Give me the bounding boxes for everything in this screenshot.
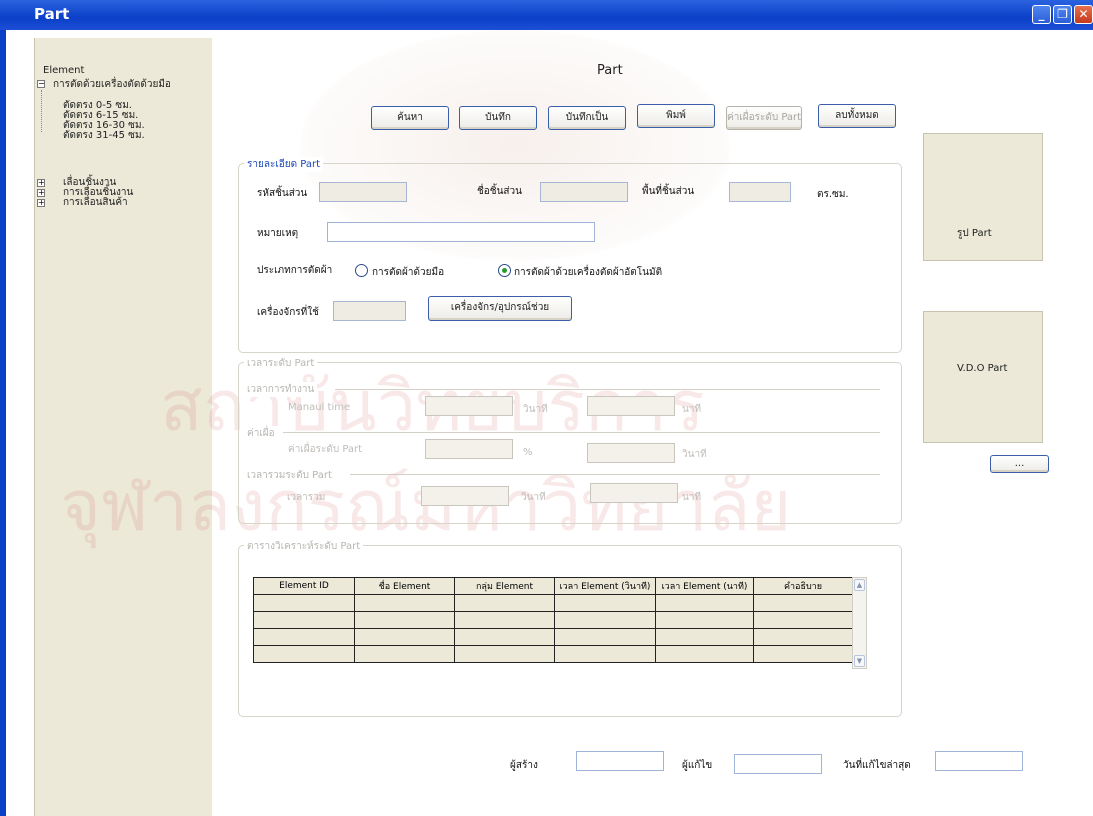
save-as-button[interactable]: บันทึกเป็น <box>548 106 626 130</box>
total-min-field[interactable] <box>590 483 678 503</box>
column-header[interactable]: คำอธิบาย <box>753 577 853 595</box>
part-window: Part _ ❐ ✕ Element − การตัดด้วยเครื่องตั… <box>0 0 1093 816</box>
column-header[interactable]: ชื่อ Element <box>354 577 455 595</box>
sec-unit: วินาที <box>682 449 707 460</box>
tree-line <box>41 90 42 132</box>
tree-root[interactable]: Element <box>43 65 84 76</box>
note-field[interactable] <box>327 222 595 242</box>
editor-label: ผู้แก้ไข <box>682 760 713 771</box>
table-row[interactable] <box>253 594 853 612</box>
part-picture-label: รูป Part <box>957 228 992 239</box>
sec-unit: วินาที <box>521 492 546 503</box>
total-time-legend: เวลารวมระดับ Part <box>244 468 335 483</box>
manual-time-sec-field[interactable] <box>425 396 513 416</box>
column-header[interactable]: กลุ่ม Element <box>454 577 555 595</box>
table-row[interactable] <box>253 628 853 646</box>
column-header[interactable]: เวลา Element (นาที) <box>655 577 754 595</box>
title-bar: Part _ ❐ ✕ <box>0 0 1093 30</box>
allowance-part-label: ค่าเผื่อระดับ Part <box>288 444 363 455</box>
area-unit: ตร.ซม. <box>817 189 849 200</box>
tree-node[interactable]: การเลื่อนสินค้า <box>63 198 128 208</box>
time-legend: เวลาระดับ Part <box>244 356 318 371</box>
machine-button[interactable]: เครื่องจักร/อุปกรณ์ช่วย <box>428 296 572 321</box>
radio-auto[interactable] <box>498 264 511 277</box>
manual-time-min-field[interactable] <box>587 396 675 416</box>
page-title: Part <box>597 63 623 78</box>
save-button[interactable]: บันทึก <box>459 106 537 130</box>
tree-leaf[interactable]: ตัดตรง 31-45 ซม. <box>63 131 145 141</box>
delete-all-button[interactable]: ลบทั้งหมด <box>818 104 896 128</box>
work-time-legend: เวลาการทำงาน <box>244 382 318 397</box>
last-edit-field[interactable] <box>935 751 1023 771</box>
analysis-table[interactable]: Element ID ชื่อ Element กลุ่ม Element เว… <box>253 577 853 663</box>
column-header[interactable]: Element ID <box>253 577 355 595</box>
creator-label: ผู้สร้าง <box>510 760 538 771</box>
separator <box>335 389 880 390</box>
analysis-legend: ตารางวิเคราะห์ระดับ Part <box>244 539 364 554</box>
separator <box>350 474 880 475</box>
radio-auto-label[interactable]: การตัดผ้าด้วยเครื่องตัดผ้าอัตโนมัติ <box>514 265 662 280</box>
window-title: Part <box>34 5 70 23</box>
part-area-label: พื้นที่ชิ้นส่วน <box>642 186 695 197</box>
part-video-label: V.D.O Part <box>957 363 1008 374</box>
creator-field[interactable] <box>576 751 664 771</box>
radio-manual[interactable] <box>355 264 368 277</box>
restore-icon[interactable]: ❐ <box>1053 5 1072 24</box>
part-name-field[interactable] <box>540 182 628 202</box>
expand-icon[interactable]: + <box>37 189 45 197</box>
window-border <box>0 30 6 816</box>
part-code-label: รหัสชิ้นส่วน <box>257 188 308 199</box>
minimize-icon[interactable]: _ <box>1032 5 1051 24</box>
expand-icon[interactable]: + <box>37 199 45 207</box>
min-unit: นาที <box>682 404 702 415</box>
search-button[interactable]: ค้นหา <box>371 106 449 130</box>
scroll-up-icon[interactable]: ▲ <box>854 579 865 591</box>
table-row[interactable] <box>253 611 853 629</box>
tree-node-manual-cut[interactable]: การตัดด้วยเครื่องตัดด้วยมือ <box>53 77 171 92</box>
total-time-label: เวลารวม <box>287 492 326 503</box>
part-picture-box[interactable]: รูป Part <box>923 133 1043 261</box>
editor-field[interactable] <box>734 754 822 774</box>
note-label: หมายเหตุ <box>257 228 299 239</box>
table-scrollbar[interactable]: ▲ ▼ <box>852 577 867 669</box>
machine-label: เครื่องจักรที่ใช้ <box>257 307 319 318</box>
part-name-label: ชื่อชิ้นส่วน <box>477 186 522 197</box>
scroll-down-icon[interactable]: ▼ <box>854 655 865 667</box>
radio-manual-label[interactable]: การตัดผ้าด้วยมือ <box>372 265 444 280</box>
total-sec-field[interactable] <box>421 486 509 506</box>
element-tree-panel: Element − การตัดด้วยเครื่องตัดด้วยมือ ตั… <box>34 38 212 816</box>
part-area-field[interactable] <box>729 182 791 202</box>
print-button[interactable]: พิมพ์ <box>637 104 715 128</box>
cut-type-label: ประเภทการตัดผ้า <box>257 265 333 276</box>
part-video-box[interactable]: V.D.O Part <box>923 311 1043 443</box>
separator <box>283 432 880 433</box>
min-unit: นาที <box>682 492 702 503</box>
column-header[interactable]: เวลา Element (วินาที) <box>554 577 656 595</box>
allowance-percent-field[interactable] <box>425 439 513 459</box>
allowance-sec-field[interactable] <box>587 443 675 463</box>
close-icon[interactable]: ✕ <box>1074 5 1093 24</box>
allowance-legend: ค่าเผื่อ <box>244 426 278 441</box>
table-row[interactable] <box>253 645 853 663</box>
part-code-field[interactable] <box>319 182 407 202</box>
table-header-row: Element ID ชื่อ Element กลุ่ม Element เว… <box>253 577 853 595</box>
allowance-button[interactable]: ค่าเผื่อระดับ Part <box>726 106 802 130</box>
collapse-icon[interactable]: − <box>37 80 45 88</box>
machine-field[interactable] <box>333 301 406 321</box>
manual-time-label: Manaul time <box>288 402 351 413</box>
browse-button[interactable]: ... <box>990 455 1049 473</box>
details-legend: รายละเอียด Part <box>244 157 324 172</box>
sec-unit: วินาที <box>523 404 548 415</box>
expand-icon[interactable]: + <box>37 179 45 187</box>
percent-unit: % <box>523 447 533 458</box>
last-edit-label: วันที่แก้ไขล่าสุด <box>843 760 911 771</box>
